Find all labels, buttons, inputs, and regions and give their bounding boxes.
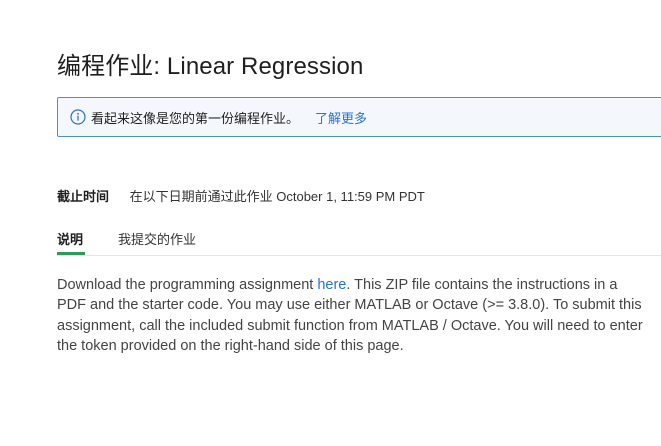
- tab-instructions[interactable]: 说明: [57, 229, 85, 255]
- deadline-value: 在以下日期前通过此作业 October 1, 11:59 PM PDT: [129, 189, 425, 204]
- assignment-description: Download the programming assignment here…: [57, 275, 647, 356]
- learn-more-link[interactable]: 了解更多: [315, 108, 367, 127]
- first-assignment-banner: 看起来这像是您的第一份编程作业。 了解更多: [57, 97, 661, 137]
- download-here-link[interactable]: here: [317, 277, 346, 293]
- assignment-tabs: 说明 我提交的作业: [57, 229, 661, 256]
- assignment-page: 编程作业: Linear Regression 看起来这像是您的第一份编程作业。…: [0, 0, 661, 446]
- deadline-row: 截止时间 在以下日期前通过此作业 October 1, 11:59 PM PDT: [57, 186, 425, 205]
- info-icon: [70, 109, 86, 125]
- page-title: 编程作业: Linear Regression: [57, 53, 364, 80]
- deadline-label: 截止时间: [57, 189, 110, 204]
- description-text-start: Download the programming assignment: [57, 277, 318, 293]
- banner-message: 看起来这像是您的第一份编程作业。: [91, 110, 300, 126]
- tab-my-submissions[interactable]: 我提交的作业: [118, 229, 196, 252]
